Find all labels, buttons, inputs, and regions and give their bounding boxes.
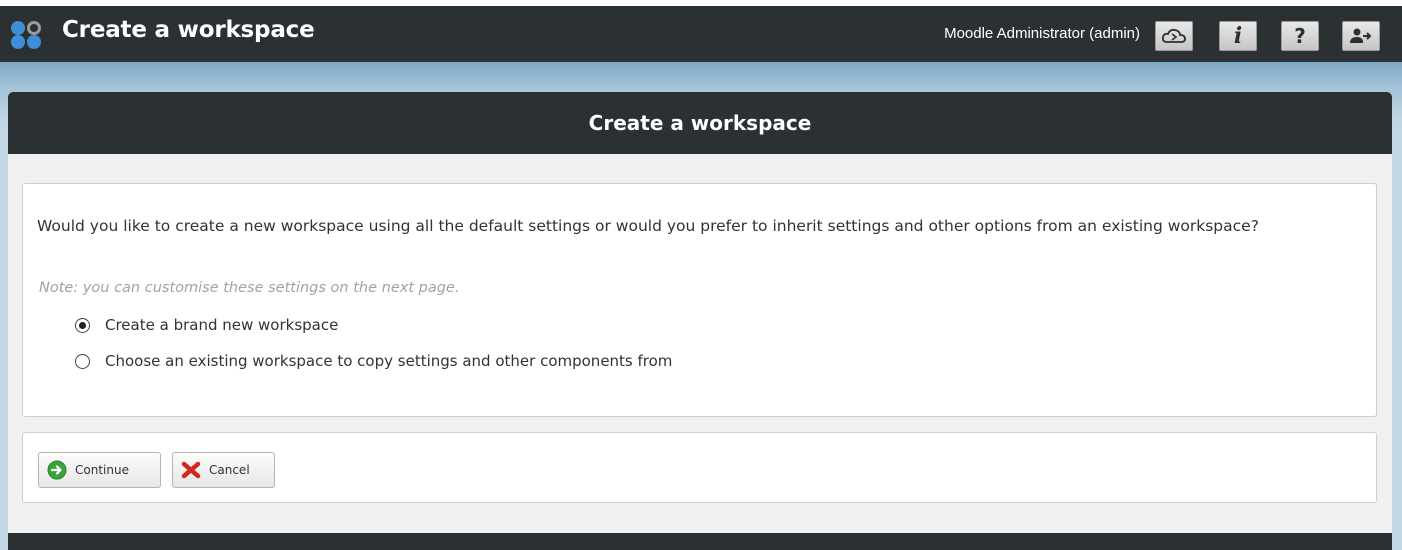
help-icon: ?: [1294, 24, 1306, 48]
cancel-label: Cancel: [209, 463, 250, 477]
info-button[interactable]: i: [1219, 21, 1257, 51]
cancel-button[interactable]: Cancel: [172, 452, 275, 488]
panel-title: Create a workspace: [588, 111, 812, 135]
top-navigation-bar: Create a workspace Moodle Administrator …: [0, 6, 1402, 62]
actions-box: Continue Cancel: [22, 432, 1377, 503]
logout-icon: [1350, 28, 1372, 43]
create-workspace-panel: Create a workspace Would you like to cre…: [8, 92, 1392, 550]
info-icon: i: [1233, 23, 1243, 49]
option-label: Create a brand new workspace: [105, 316, 339, 334]
option-existing-workspace[interactable]: Choose an existing workspace to copy set…: [75, 352, 672, 370]
options-box: Would you like to create a new workspace…: [22, 183, 1377, 417]
arrow-right-circle-icon: [47, 460, 67, 480]
cross-icon: [181, 461, 201, 479]
option-label: Choose an existing workspace to copy set…: [105, 352, 673, 370]
logout-button[interactable]: [1342, 21, 1380, 51]
app-logo-icon[interactable]: [10, 20, 42, 50]
cloud-button[interactable]: [1155, 21, 1193, 51]
cloud-icon: [1161, 28, 1186, 43]
note-text: Note: you can customise these settings o…: [39, 280, 460, 296]
question-text: Would you like to create a new workspace…: [37, 217, 1259, 235]
panel-footer-strip: [8, 533, 1392, 550]
help-button[interactable]: ?: [1281, 21, 1319, 51]
user-name-link[interactable]: Moodle Administrator (admin): [944, 25, 1140, 42]
radio-new-workspace[interactable]: [75, 317, 90, 333]
app-title: Create a workspace: [62, 17, 315, 43]
continue-button[interactable]: Continue: [38, 452, 161, 488]
option-new-workspace[interactable]: Create a brand new workspace: [75, 316, 338, 334]
continue-label: Continue: [75, 463, 129, 477]
radio-existing-workspace[interactable]: [75, 353, 90, 369]
panel-header: Create a workspace: [8, 92, 1392, 154]
